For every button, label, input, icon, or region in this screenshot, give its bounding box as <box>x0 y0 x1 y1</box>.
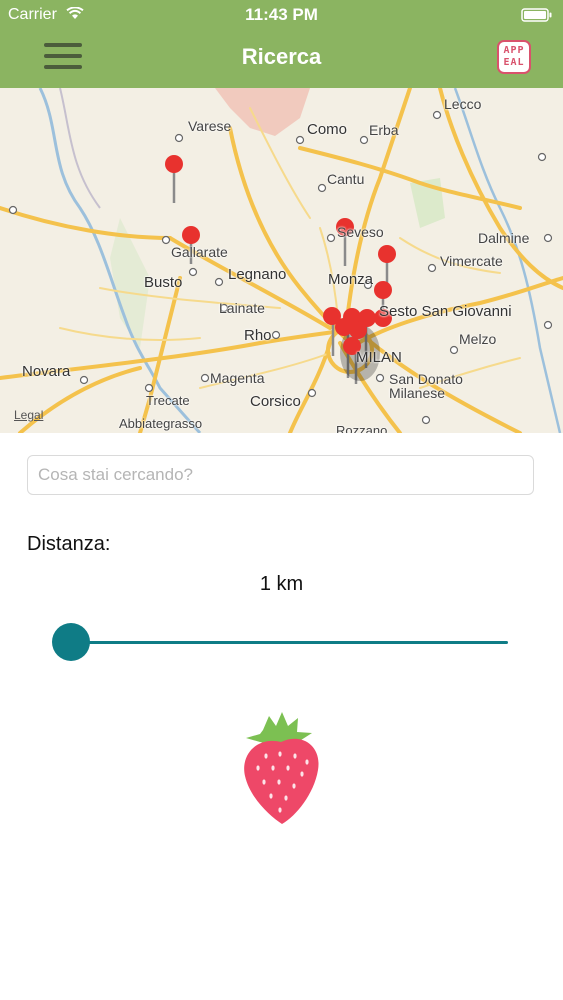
search-input[interactable] <box>27 455 534 495</box>
map-label-abbiategrasso: Abbiategrasso <box>119 416 203 431</box>
slider-track[interactable] <box>70 641 508 644</box>
map-label-monza: Monza <box>328 271 374 288</box>
map-label-seveso: Seveso <box>337 224 384 240</box>
map-view[interactable]: Varese Como Erba Lecco Cantu Seveso Dalm… <box>0 88 563 433</box>
map-label-lainate: Lainate <box>219 300 265 316</box>
logo-text-bottom: EAL <box>503 57 525 68</box>
map-label-rho: Rho <box>244 327 272 344</box>
map-label-novara: Novara <box>22 363 71 380</box>
map-label-vimercate: Vimercate <box>440 253 503 269</box>
strawberry-logo-icon <box>244 712 319 824</box>
map-label-sesto: Sesto San Giovanni <box>379 303 512 320</box>
page-title: Ricerca <box>241 44 322 69</box>
map-label-milanese: Milanese <box>389 385 446 401</box>
status-time: 11:43 PM <box>245 5 318 24</box>
appeal-logo[interactable]: APP EAL <box>497 40 531 74</box>
map-label-cantu: Cantu <box>327 171 365 187</box>
app-header: Carrier 11:43 PM Ricerca APP EAL <box>0 0 563 88</box>
logo-text-top: APP <box>503 45 525 56</box>
battery-icon <box>521 8 552 22</box>
map-label-rozzano: Rozzano <box>336 423 388 433</box>
map-label-busto: Busto <box>144 274 183 291</box>
distance-label: Distanza: <box>27 533 111 555</box>
map-label-lecco: Lecco <box>444 96 482 112</box>
slider-thumb[interactable] <box>52 623 90 661</box>
distance-slider[interactable] <box>52 622 508 662</box>
map-label-como: Como <box>307 121 348 138</box>
distance-value: 1 km <box>259 573 304 595</box>
map-legal-link[interactable]: Legal <box>14 408 43 422</box>
map-label-gallarate: Gallarate <box>171 244 228 260</box>
map-label-milan: MILAN <box>356 349 402 366</box>
map-label-dalmine: Dalmine <box>478 230 530 246</box>
map-label-erba: Erba <box>369 122 399 138</box>
map-label-varese: Varese <box>188 118 232 134</box>
status-bar: Carrier 11:43 PM <box>0 0 563 30</box>
map-label-melzo: Melzo <box>459 331 497 347</box>
map-label-trecate: Trecate <box>146 393 190 408</box>
map-label-magenta: Magenta <box>210 370 265 386</box>
map-label-corsico: Corsico <box>250 393 301 410</box>
map-label-legnano: Legnano <box>228 266 287 283</box>
